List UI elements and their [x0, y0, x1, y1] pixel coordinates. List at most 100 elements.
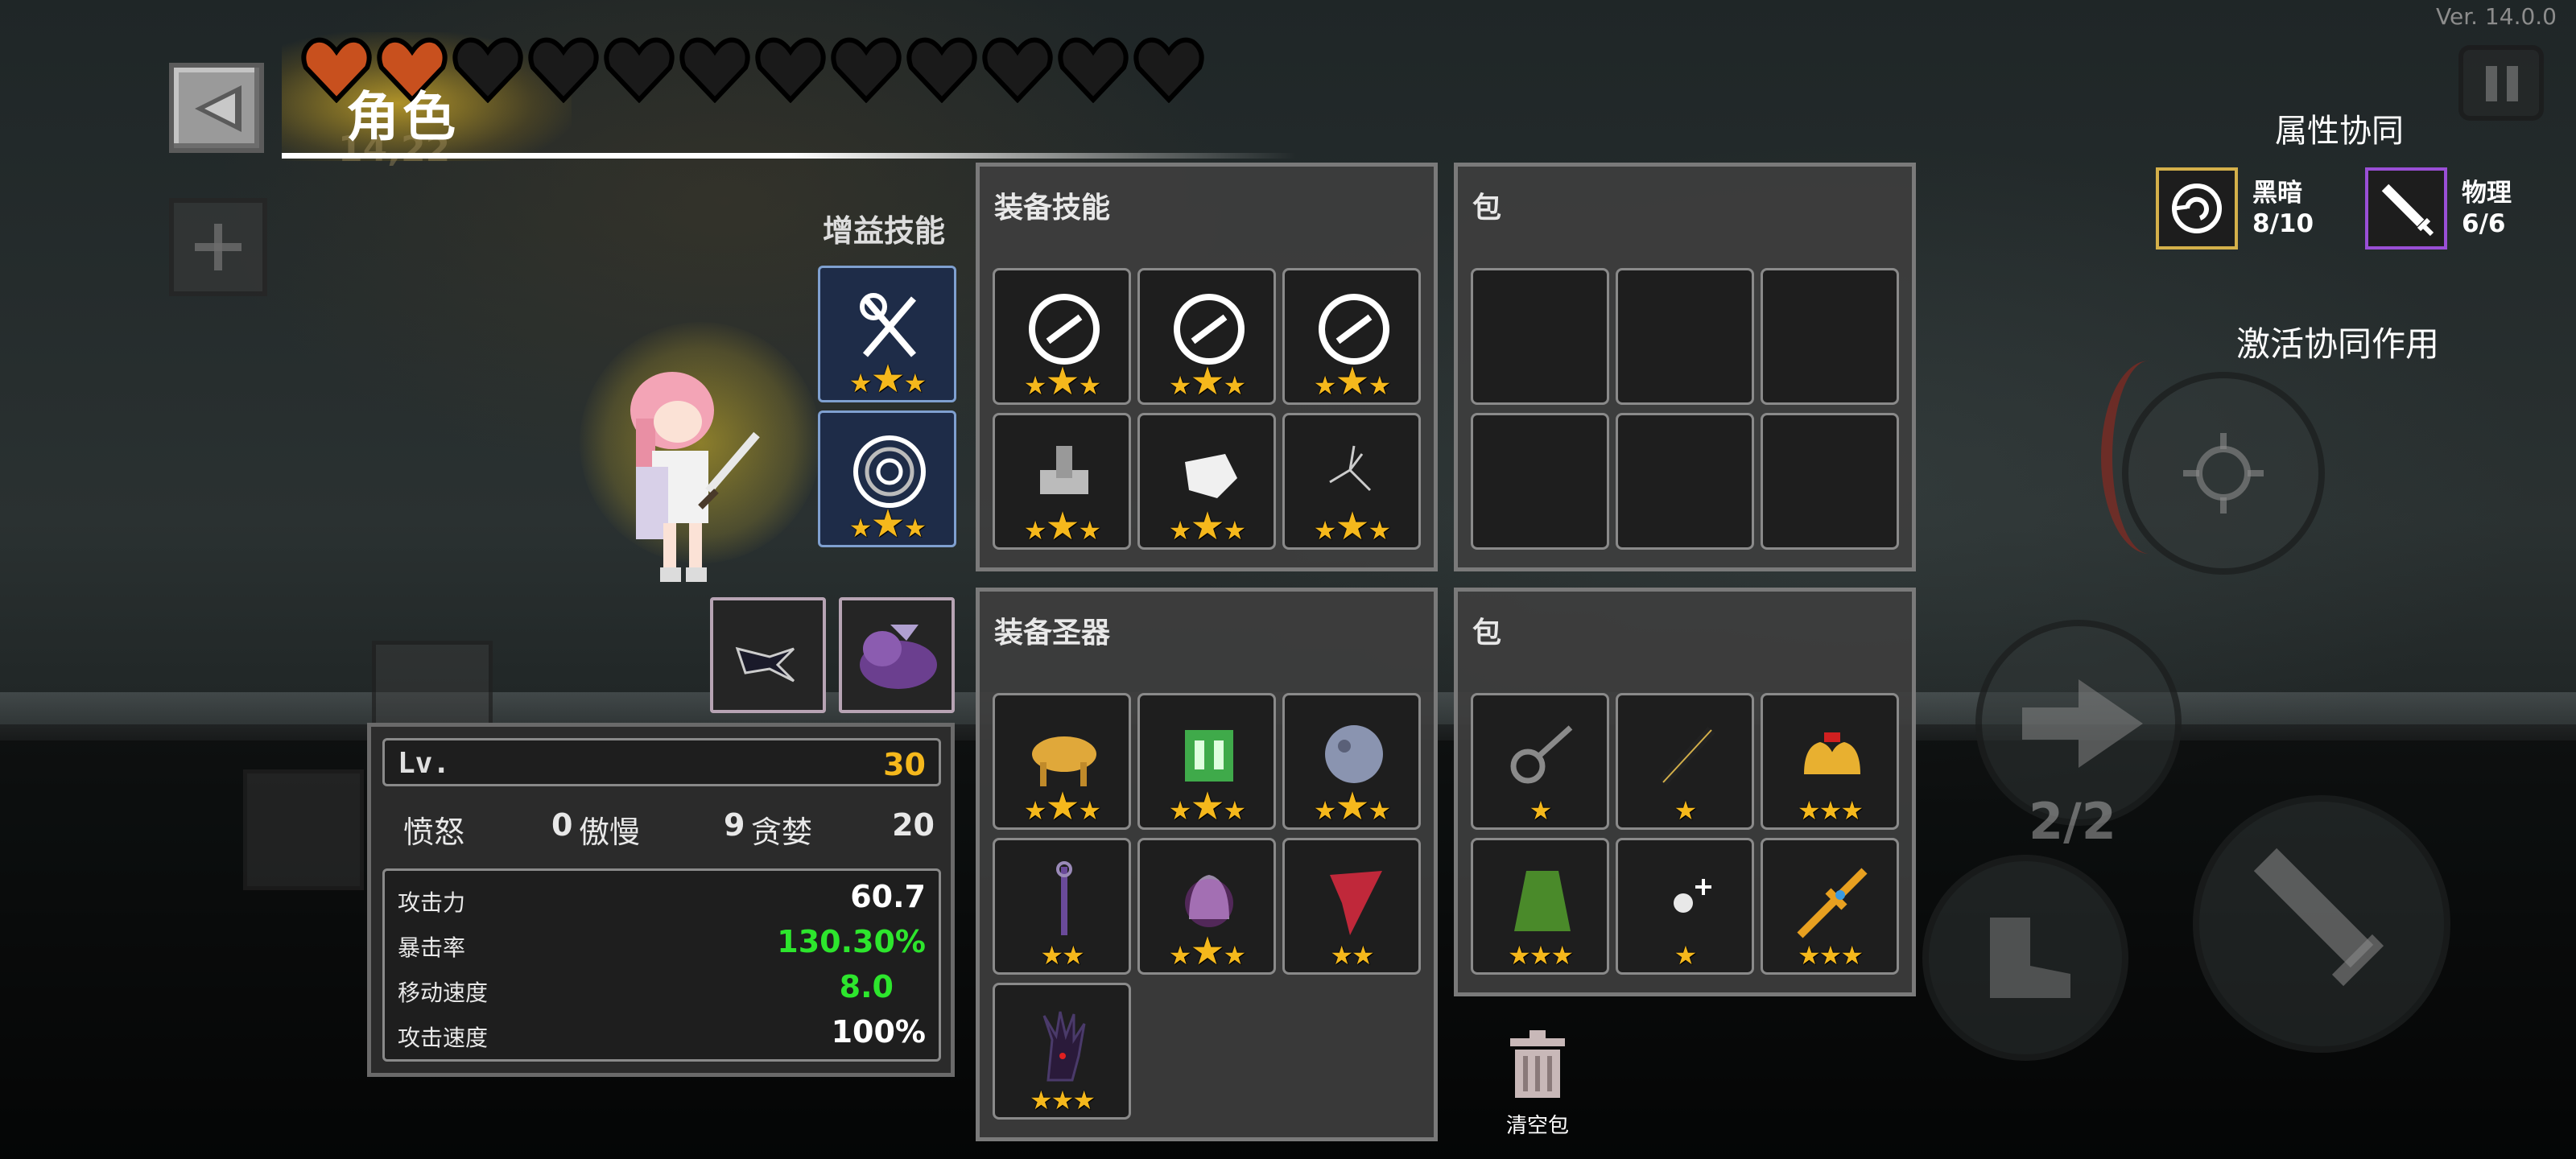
- activate-synergy-label[interactable]: 激活协同作用: [2236, 317, 2439, 366]
- bag-slot-empty[interactable]: [1761, 413, 1899, 550]
- sin-label-greed: 贪婪: [751, 815, 813, 850]
- sin-label-pride: 傲慢: [579, 815, 641, 850]
- version-label: Ver. 14.0.0: [2435, 3, 2557, 30]
- bag-relic-slot[interactable]: ★★★: [1761, 838, 1899, 975]
- back-button[interactable]: [169, 63, 264, 153]
- bag-slot-empty[interactable]: [1616, 413, 1754, 550]
- sin-value-pride: 9: [724, 807, 745, 843]
- star-rating: ★★: [1330, 940, 1374, 971]
- sword-icon: [2365, 167, 2447, 250]
- star-rating: ★★★: [1168, 929, 1246, 974]
- bird-pet-icon: [735, 646, 795, 683]
- star-rating: ★★★: [1313, 504, 1391, 549]
- star-rating: ★★★: [1168, 359, 1246, 404]
- attr-value: 60.7: [850, 879, 926, 914]
- sin-label-wrath: 愤怒: [403, 815, 465, 850]
- buff-skill-slot[interactable]: ★★★: [818, 410, 956, 547]
- bag-slot-empty[interactable]: [1471, 413, 1609, 550]
- companion-slot[interactable]: [839, 597, 955, 713]
- equip-skills-title: 装备技能: [994, 192, 1111, 225]
- heart-empty-icon: [1058, 37, 1129, 103]
- star-rating: ★: [1529, 795, 1553, 826]
- star-rating: ★★★: [1023, 784, 1101, 829]
- bag-slot-empty[interactable]: [1471, 268, 1609, 405]
- key-icon: [1510, 725, 1573, 784]
- star-rating: ★★★: [1023, 359, 1101, 404]
- synergy-dark-count: 8/10: [2252, 209, 2314, 238]
- buff-skill-slot[interactable]: ★★★: [818, 266, 956, 402]
- bag-slot-empty[interactable]: [1761, 268, 1899, 405]
- equip-skill-slot[interactable]: ★★★: [1282, 268, 1421, 405]
- page-title: 角色: [346, 86, 459, 148]
- skill-bag-title: 包: [1472, 192, 1502, 225]
- buff-skills-label: 增益技能: [823, 213, 946, 249]
- relic-slot[interactable]: ★★★: [993, 693, 1131, 830]
- relic-slot[interactable]: ★★★: [1282, 693, 1421, 830]
- dpad-left[interactable]: [243, 769, 364, 890]
- companion-slot[interactable]: [710, 597, 826, 713]
- clear-bag-button[interactable]: 清空包: [1473, 1024, 1602, 1145]
- dpad-up[interactable]: [372, 641, 493, 729]
- level-label: Lv.: [398, 747, 451, 780]
- dark-swirl-icon: [2156, 167, 2238, 250]
- relics-panel: 装备圣器 ★★★ ★★★ ★★★ ★★ ★★★ ★★ ★★★: [976, 588, 1438, 1141]
- level-value: 30: [883, 747, 926, 782]
- add-button[interactable]: [169, 198, 267, 296]
- attr-row-move-speed: 移动速度 8.0: [398, 966, 926, 1011]
- equip-skill-slot[interactable]: ★★★: [1282, 413, 1421, 550]
- skill-bag-panel: 包: [1454, 163, 1916, 571]
- heart-empty-icon: [452, 37, 523, 103]
- dark-hand-icon: [1042, 1011, 1086, 1082]
- sparkle-orb-icon: [1674, 879, 1711, 913]
- synergy-physical-count: 6/6: [2462, 209, 2506, 238]
- equip-skill-slot[interactable]: ★★★: [1137, 413, 1276, 550]
- star-rating: ★★★: [1313, 784, 1391, 829]
- heart-empty-icon: [679, 37, 750, 103]
- synergy-dark[interactable]: 黑暗 8/10: [2156, 167, 2314, 250]
- equip-skill-slot[interactable]: ★★★: [1137, 268, 1276, 405]
- heart-empty-icon: [982, 37, 1053, 103]
- cooldown-arc: [2101, 361, 2198, 554]
- jump-button[interactable]: [1922, 855, 2128, 1061]
- attack-button[interactable]: [2193, 795, 2450, 1053]
- bag-relic-slot[interactable]: ★: [1471, 693, 1609, 830]
- relic-slot[interactable]: ★★: [993, 838, 1131, 975]
- equip-skill-slot[interactable]: ★★★: [993, 268, 1131, 405]
- bag-relic-slot[interactable]: ★: [1616, 838, 1754, 975]
- attr-label: 暴击率: [398, 934, 466, 961]
- star-rating: ★★★: [1029, 1085, 1096, 1116]
- star-rating: ★: [1674, 795, 1698, 826]
- attr-value: 100%: [831, 1014, 926, 1050]
- heart-empty-icon: [906, 37, 977, 103]
- attr-label: 攻击力: [398, 889, 466, 916]
- heart-empty-icon: [1133, 37, 1204, 103]
- attr-row-attack: 攻击力 60.7: [398, 876, 926, 921]
- relic-slot[interactable]: ★★: [1282, 838, 1421, 975]
- bag-relic-slot[interactable]: ★: [1616, 693, 1754, 830]
- pause-button[interactable]: [2458, 45, 2544, 121]
- red-cloth-icon: [1330, 871, 1382, 935]
- bag-relic-slot[interactable]: ★★★: [1471, 838, 1609, 975]
- dash-arrow-icon: [2022, 679, 2143, 768]
- level-bar: Lv. 30: [382, 738, 941, 786]
- synergy-physical[interactable]: 物理 6/6: [2365, 167, 2512, 250]
- star-rating: ★★★: [1168, 784, 1246, 829]
- bag-slot-empty[interactable]: [1616, 268, 1754, 405]
- bag-relic-slot[interactable]: ★★★: [1761, 693, 1899, 830]
- star-rating: ★★★: [1168, 504, 1246, 549]
- equip-skills-panel: 装备技能 ★★★ ★★★ ★★★ ★★★ ★★★ ★★★: [976, 163, 1438, 571]
- back-arrow-icon: [195, 85, 242, 132]
- relic-slot[interactable]: ★★★: [1137, 838, 1276, 975]
- equip-skill-slot[interactable]: ★★★: [993, 413, 1131, 550]
- golden-sword-icon: [1797, 868, 1868, 938]
- heart-empty-icon: [604, 37, 675, 103]
- attribute-box: 攻击力 60.7 暴击率 130.30% 移动速度 8.0 攻击速度 100%: [382, 868, 941, 1062]
- synergy-title: 属性协同: [2275, 113, 2404, 150]
- relic-slot[interactable]: ★★★: [1137, 693, 1276, 830]
- heart-empty-icon: [755, 37, 826, 103]
- relic-slot[interactable]: ★★★: [993, 983, 1131, 1120]
- attr-value: 8.0: [839, 969, 894, 1004]
- star-rating: ★★★: [1797, 795, 1864, 826]
- star-rating: ★★★: [1313, 359, 1391, 404]
- star-rating: ★★★: [1023, 504, 1101, 549]
